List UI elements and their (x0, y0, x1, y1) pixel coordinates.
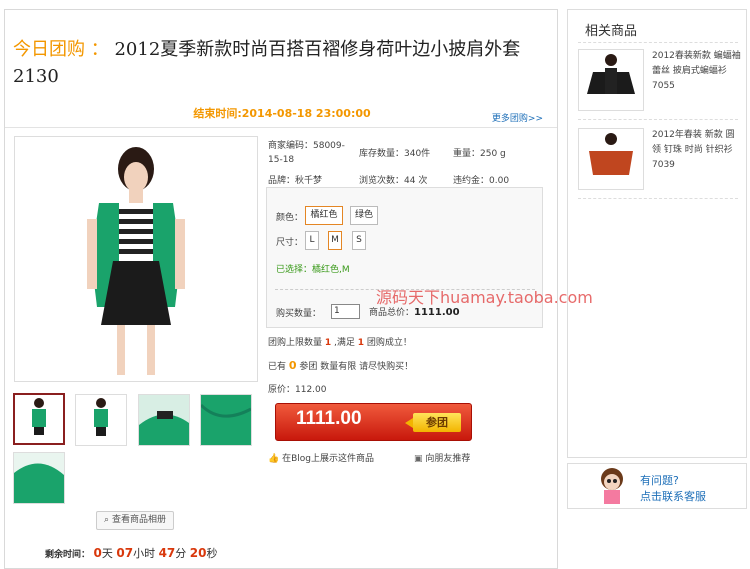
share-blog-link[interactable]: 👍 在Blog上展示这件商品 (268, 451, 374, 464)
group-limit-num: 1 (324, 338, 332, 348)
model-image (15, 137, 257, 381)
group-limit: 团购上限数量 1 ,满足 1 团购成立！ (268, 335, 412, 348)
thumbs-up-icon: 👍 (268, 454, 280, 464)
countdown-minutes: 47 (158, 546, 176, 560)
chosen-summary: 已选择：橘红色,M (276, 265, 350, 275)
end-time: 结束时间:2014-08-18 23:00:00 (193, 107, 371, 120)
thumbnail-1[interactable] (13, 393, 65, 445)
group-have: 已有 0 参团 数量有限 请尽快购买！ (268, 359, 413, 372)
countdown-label: 剩余时间： (45, 550, 91, 560)
title-tag: 今日团购 ： (13, 39, 109, 60)
help-panel[interactable]: 有问题? 点击联系客服 (567, 463, 747, 509)
color-option-orange[interactable]: 橘红色 (305, 206, 343, 225)
countdown-hours: 07 (116, 546, 134, 560)
group-limit-post: 团购成立！ (366, 338, 412, 348)
related-image (579, 50, 643, 110)
join-label: 参团 (413, 413, 461, 432)
sidebar-divider (578, 119, 738, 120)
arrow-icon (405, 418, 413, 428)
group-have-num: 0 (288, 359, 297, 372)
brand: 品牌：秋千梦 (268, 176, 323, 186)
related-item-text: 2012春装新款 蝙蝠袖 蕾丝 披肩式蝙蝠衫 7055 (652, 51, 741, 91)
stock-count: 库存数量：340件 (359, 149, 431, 159)
view-album-button[interactable]: ⌕ 查看商品相册 (96, 511, 174, 530)
countdown-days-unit: 天 (101, 547, 113, 560)
countdown-hours-unit: 小时 (133, 547, 156, 560)
recommend-label: 向朋友推荐 (425, 454, 471, 464)
join-group-button[interactable]: 1111.00 参团 (275, 403, 472, 441)
group-have-post: 参团 数量有限 请尽快购买！ (299, 362, 414, 372)
thumb-image (201, 395, 251, 445)
related-heading: 相关商品 (585, 24, 638, 39)
divider (5, 127, 557, 128)
countdown: 剩余时间： 0天 07小时 47分 20秒 (45, 545, 217, 561)
thumb-image (139, 395, 189, 445)
share-blog-label: 在Blog上展示这件商品 (282, 454, 374, 464)
related-item-image (578, 49, 644, 111)
total-label-text: 商品总价： (369, 308, 415, 318)
product-main-image[interactable] (14, 136, 258, 382)
group-have-pre: 已有 (268, 362, 287, 372)
recommend-link[interactable]: ▣ 向朋友推荐 (414, 451, 470, 464)
countdown-seconds: 20 (189, 546, 207, 560)
monitor-icon: ▣ (414, 454, 423, 464)
help-question: 有问题? (640, 474, 679, 487)
thumbnail-4[interactable] (200, 394, 252, 446)
countdown-days: 0 (93, 546, 102, 560)
product-code: 商家编码：58009- (268, 141, 345, 151)
countdown-seconds-unit: 秒 (206, 547, 218, 560)
view-count: 浏览次数：44 次 (359, 176, 428, 186)
size-option-s[interactable]: S (352, 231, 366, 250)
group-limit-pre: 团购上限数量 (268, 338, 323, 348)
related-item-text: 2012年春装 新款 圆领 钉珠 时尚 针织衫 7039 (652, 130, 735, 170)
magnifier-icon: ⌕ (104, 515, 110, 525)
thumbnail-3[interactable] (138, 394, 190, 446)
thumbnail-5[interactable] (13, 452, 65, 504)
thumbnail-2[interactable] (75, 394, 127, 446)
contact-support-link[interactable]: 点击联系客服 (640, 488, 706, 504)
product-code-cont: 15-18 (268, 155, 295, 165)
group-limit-num2: 1 (357, 338, 365, 348)
total-value: 1111.00 (414, 307, 460, 318)
group-limit-mid: ,满足 (334, 338, 355, 348)
view-album-label: 查看商品相册 (111, 515, 166, 525)
penalty: 违约金：0.00 (453, 176, 510, 186)
support-avatar-icon (601, 468, 623, 504)
color-label: 颜色： (276, 213, 304, 223)
size-option-l[interactable]: L (305, 231, 319, 250)
thumb-image (15, 395, 63, 443)
qty-label: 购买数量： (276, 309, 322, 319)
countdown-minutes-unit: 分 (175, 547, 187, 560)
watermark: 源码天下huamay.taoba.com (376, 288, 593, 307)
weight: 重量：250 g (453, 149, 506, 159)
size-option-m[interactable]: M (328, 231, 342, 250)
related-image (579, 129, 643, 189)
more-groupbuy-link[interactable]: 更多团购>> (492, 111, 543, 124)
original-price: 原价：112.00 (268, 385, 327, 395)
quantity-input[interactable]: 1 (331, 304, 360, 319)
page-title: 今日团购 ： 2012夏季新款时尚百搭百褶修身荷叶边小披肩外套2130 (13, 36, 553, 90)
related-item-image (578, 128, 644, 190)
color-option-green[interactable]: 绿色 (350, 206, 378, 225)
related-products-panel: 相关商品 2012春装新款 蝙蝠袖 蕾丝 披肩式蝙蝠衫 7055 2012年春装… (567, 9, 747, 458)
sidebar-divider (578, 198, 738, 199)
thumb-image (14, 453, 64, 503)
buy-price: 1111.00 (296, 408, 362, 429)
size-label: 尺寸： (276, 238, 304, 248)
thumb-image (76, 395, 126, 445)
sidebar-divider (578, 42, 738, 43)
